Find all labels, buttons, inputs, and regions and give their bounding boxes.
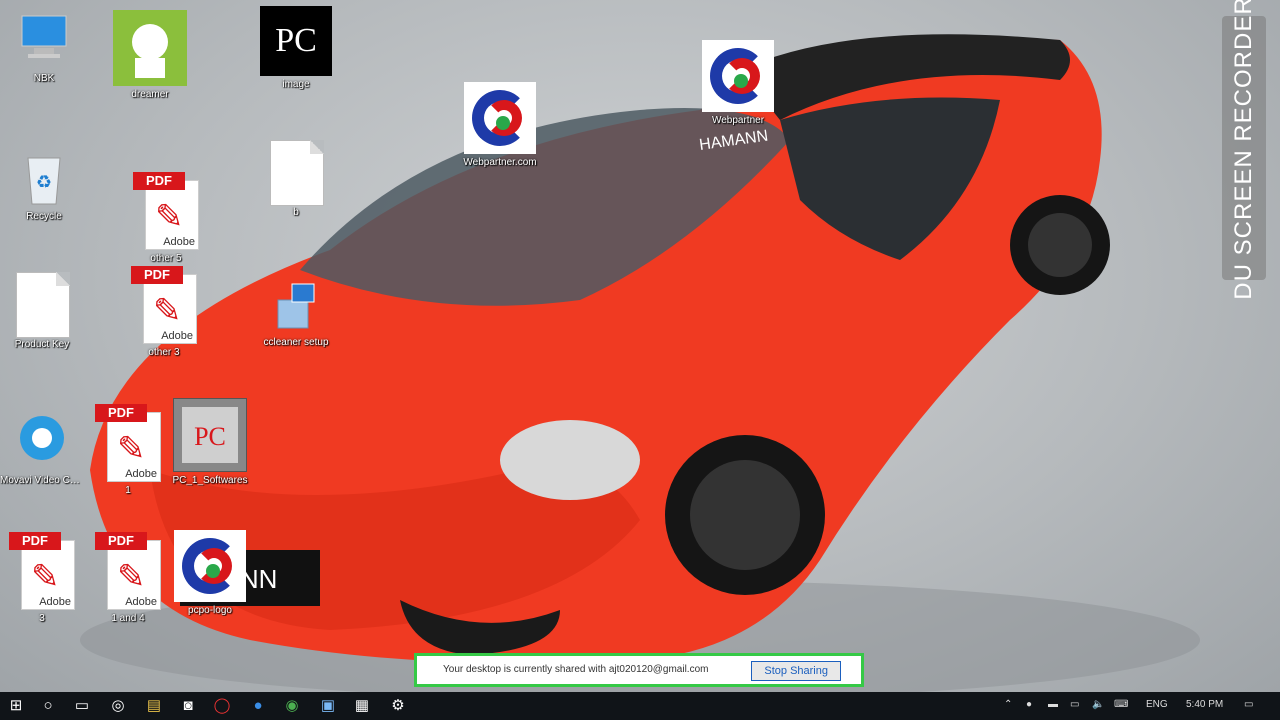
settings-icon[interactable]: ⚙ (388, 696, 408, 716)
opera-icon[interactable]: ◯ (212, 696, 232, 716)
icon-label: Product Key (14, 339, 70, 350)
icon-label: other 5 (150, 253, 182, 264)
language-indicator[interactable]: ENG (1146, 699, 1168, 710)
desktop-icon-pcpo-logo[interactable]: pcpo-logo (168, 530, 252, 616)
desktop-icon-3[interactable]: PDF ✎ Adobe 3 (0, 532, 84, 624)
pc-software-icon: PC (173, 398, 247, 472)
icon-label: PC_1_Softwares (172, 475, 248, 486)
icon-label: NBK (33, 73, 55, 84)
desktop-icon-b[interactable]: b (254, 140, 338, 218)
desktop-icon-other-3[interactable]: PDF ✎ Adobe other 3 (122, 266, 206, 358)
windows-start-icon[interactable]: ⊞ (6, 696, 26, 716)
ccp-logo-icon (702, 40, 774, 112)
recorder-label: DU SCREEN RECORDER (1230, 0, 1257, 300)
task-view-icon[interactable]: ▭ (72, 696, 92, 716)
tray-icon[interactable]: ▬ (1048, 699, 1058, 710)
icon-label: Webpartner.com (463, 157, 537, 168)
network-icon[interactable]: ● (1026, 699, 1032, 710)
ccp-logo-icon (174, 530, 246, 602)
icon-label: pcpo-logo (188, 605, 232, 616)
volume-icon[interactable]: 🔈 (1092, 699, 1104, 710)
tray-icon[interactable]: ▭ (1070, 699, 1079, 710)
desktop: ANN HAMANN NBK ♻ Recycle Product Key Mov… (0, 0, 1280, 692)
desktop-icon-1-and-4[interactable]: PDF ✎ Adobe 1 and 4 (86, 532, 170, 624)
app-icon[interactable]: ◎ (108, 696, 128, 716)
desktop-icon-recycle[interactable]: ♻ Recycle (2, 148, 86, 222)
chrome-icon[interactable]: ◉ (282, 696, 302, 716)
search-icon[interactable]: ○ (38, 696, 58, 716)
pdf-icon: PDF ✎ Adobe (131, 266, 197, 344)
du-recorder-overlay[interactable]: DU SCREEN RECORDER (1222, 0, 1266, 300)
app-icon[interactable]: ▣ (318, 696, 338, 716)
desktop-icon-movavi[interactable]: Movavi Video Converter Ultimate (0, 412, 84, 486)
document-icon (270, 140, 324, 206)
icon-label: Movavi Video Converter Ultimate (0, 475, 84, 486)
desktop-icon-1[interactable]: PDF ✎ Adobe 1 (86, 404, 170, 496)
notification-icon[interactable]: ▭ (1244, 699, 1253, 710)
pc-logo-icon: PC (260, 6, 332, 76)
store-icon[interactable]: ◙ (178, 696, 198, 716)
svg-text:PC: PC (194, 422, 226, 451)
desktop-icon-image[interactable]: PC image (254, 6, 338, 90)
icon-label: Webpartner (711, 115, 765, 126)
icon-label: b (293, 207, 299, 218)
movavi-icon (16, 412, 68, 472)
pdf-icon: PDF ✎ Adobe (95, 532, 161, 610)
share-message: Your desktop is currently shared with aj… (443, 664, 709, 675)
icon-label: dreamer (131, 89, 169, 100)
icon-label: 3 (39, 613, 45, 624)
dreamer-icon (113, 10, 187, 86)
desktop-icon-webpartner-com[interactable]: Webpartner.com (458, 82, 542, 168)
desktop-icon-dreamer[interactable]: dreamer (108, 10, 192, 100)
desktop-icon-nbk[interactable]: NBK (2, 10, 86, 84)
pdf-icon: PDF ✎ Adobe (9, 532, 75, 610)
document-icon (16, 272, 70, 338)
svg-text:♻: ♻ (36, 172, 52, 192)
desktop-icon-pc-softwares[interactable]: PC PC_1_Softwares (168, 398, 252, 486)
taskbar: ⊞ ○ ▭ ◎ ▤ ◙ ◯ ● ◉ ▣ ▦ ⚙ ⌃ ● ▬ ▭ 🔈 ⌨ ENG … (0, 692, 1280, 720)
icon-label: ccleaner setup (263, 337, 329, 348)
computer-icon (18, 10, 70, 70)
app-icon[interactable]: ▦ (352, 696, 372, 716)
pdf-icon: PDF ✎ Adobe (133, 172, 199, 250)
icon-label: 1 and 4 (111, 613, 145, 624)
desktop-icon-webpartner[interactable]: Webpartner (696, 40, 780, 126)
icon-label: Recycle (26, 211, 62, 222)
stop-sharing-button[interactable]: Stop Sharing (751, 661, 841, 681)
ie-icon[interactable]: ● (248, 696, 268, 716)
recycle-bin-icon: ♻ (18, 148, 70, 208)
icon-label: image (282, 79, 310, 90)
desktop-icon-ccleaner[interactable]: ccleaner setup (254, 282, 338, 348)
keyboard-icon[interactable]: ⌨ (1114, 699, 1128, 710)
installer-icon (274, 282, 318, 334)
file-explorer-icon[interactable]: ▤ (144, 696, 164, 716)
clock[interactable]: 5:40 PM (1186, 699, 1223, 710)
screen-share-bar: Your desktop is currently shared with aj… (414, 653, 864, 687)
desktop-icon-other-5[interactable]: PDF ✎ Adobe other 5 (124, 172, 208, 264)
icon-label: 1 (125, 485, 131, 496)
pdf-icon: PDF ✎ Adobe (95, 404, 161, 482)
icon-label: other 3 (148, 347, 180, 358)
desktop-icon-product-key[interactable]: Product Key (0, 272, 84, 350)
chevron-up-icon[interactable]: ⌃ (1004, 699, 1012, 710)
ccp-logo-icon (464, 82, 536, 154)
